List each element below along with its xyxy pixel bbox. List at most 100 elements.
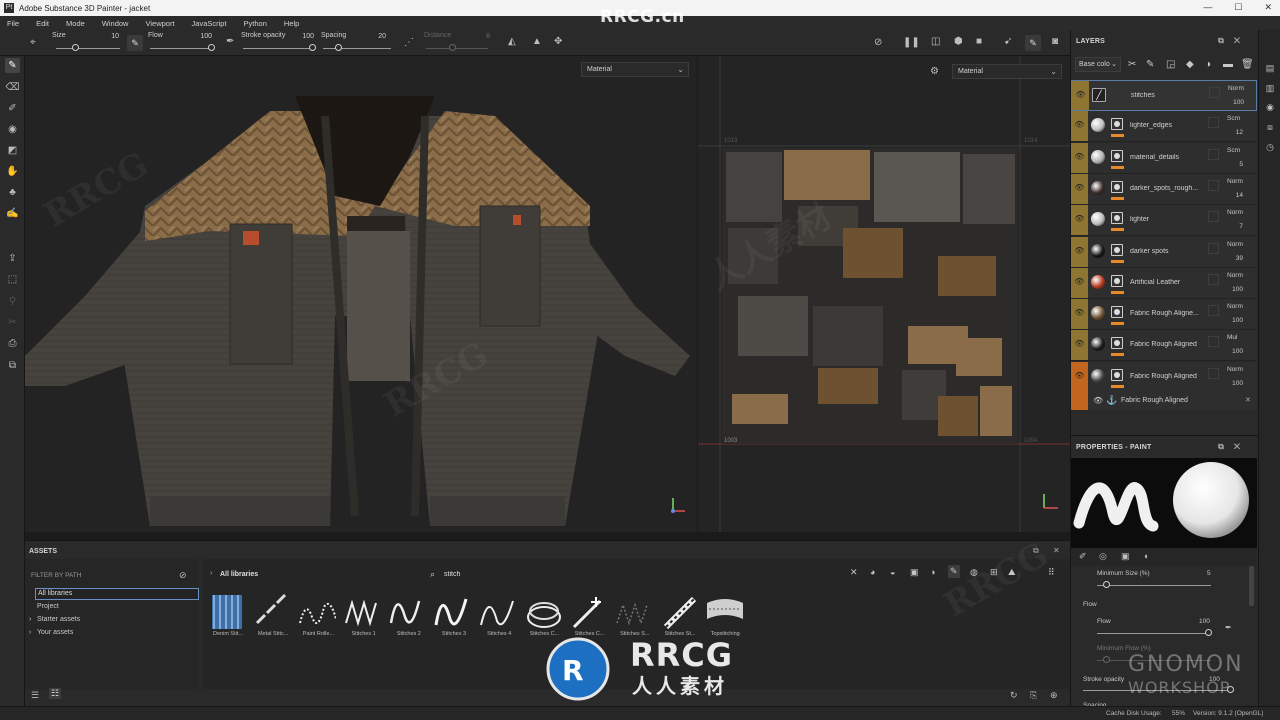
- history-icon[interactable]: ◷: [1264, 141, 1276, 153]
- asset-item[interactable]: Stitches C...: [568, 591, 610, 641]
- layer-row[interactable]: 👁 lighter_edges Scrn 12: [1071, 111, 1257, 143]
- brush-tab-icon[interactable]: ✐: [1079, 551, 1087, 562]
- close-button[interactable]: ✕: [1264, 2, 1272, 13]
- hide-icon[interactable]: ⊘: [179, 570, 187, 581]
- layer-options-box[interactable]: [1209, 87, 1220, 98]
- asset-item[interactable]: Stitches St...: [658, 591, 700, 641]
- mask-icon[interactable]: [1111, 274, 1123, 287]
- mask-icon[interactable]: [1111, 368, 1123, 381]
- export-icon[interactable]: ⎙: [5, 336, 20, 351]
- texture-set-settings-icon[interactable]: ▥: [1264, 82, 1276, 94]
- layer-opacity[interactable]: 100: [1221, 380, 1243, 387]
- eye-icon[interactable]: 👁: [1074, 339, 1085, 350]
- menu-window[interactable]: Window: [102, 19, 129, 28]
- close-panel-icon[interactable]: ✕: [1234, 442, 1250, 451]
- tree-item-project[interactable]: Project: [37, 603, 59, 610]
- mask-icon[interactable]: [1111, 243, 1123, 256]
- layer-blend-mode[interactable]: Norm: [1227, 272, 1243, 279]
- viewport-3d[interactable]: Material ⌄: [25, 56, 697, 532]
- eraser-icon[interactable]: ⌫: [5, 80, 20, 95]
- mirror-icon[interactable]: ▲: [532, 36, 542, 48]
- tree-item-starter-assets[interactable]: › Starter assets: [29, 616, 80, 623]
- alpha-tab-icon[interactable]: ◎: [1099, 551, 1107, 562]
- eye-icon[interactable]: 👁: [1074, 371, 1085, 382]
- flow-slider-handle[interactable]: [208, 44, 215, 51]
- filter-brushes-icon[interactable]: ✎: [948, 565, 960, 578]
- layer-options-box[interactable]: [1208, 148, 1219, 160]
- maximize-button[interactable]: ☐: [1234, 2, 1242, 13]
- filter-procedurals-icon[interactable]: ◑: [930, 567, 935, 577]
- spacing-value[interactable]: 20: [372, 33, 386, 40]
- size-slider-handle[interactable]: [72, 44, 79, 51]
- spacing-slider-handle[interactable]: [335, 44, 342, 51]
- eye-icon[interactable]: 👁: [1074, 214, 1085, 225]
- layer-blend-mode[interactable]: Scrn: [1227, 147, 1240, 154]
- asset-item[interactable]: Stitches 3: [432, 591, 474, 641]
- menu-help[interactable]: Help: [284, 19, 299, 28]
- layer-opacity[interactable]: 100: [1221, 317, 1243, 324]
- mask-icon[interactable]: [1111, 149, 1123, 162]
- layer-options-box[interactable]: [1208, 179, 1219, 191]
- layer-blend-mode[interactable]: Norm: [1227, 209, 1243, 216]
- delete-layer-icon[interactable]: 🗑: [1241, 59, 1254, 70]
- float-panel-icon[interactable]: ⧉: [1218, 442, 1234, 451]
- flow-value[interactable]: 100: [1199, 618, 1210, 625]
- eye-icon[interactable]: 👁: [1074, 152, 1085, 163]
- pen-pressure-icon[interactable]: ✒: [1225, 623, 1232, 632]
- min-size-value[interactable]: 5: [1207, 570, 1211, 577]
- pen-pressure-icon[interactable]: ✒: [226, 36, 234, 48]
- add-effect-icon[interactable]: ✂: [1128, 59, 1136, 70]
- distance-value[interactable]: 8: [476, 33, 490, 40]
- layer-options-box[interactable]: [1208, 242, 1219, 254]
- split-view-icon[interactable]: ◫: [931, 36, 940, 48]
- add-fill-layer-icon[interactable]: ◆: [1186, 59, 1194, 70]
- layer-row[interactable]: 👁 Fabric Rough Aligne... Norm 100: [1071, 299, 1257, 331]
- close-panel-icon[interactable]: ✕: [1053, 546, 1060, 555]
- layer-row[interactable]: 👁 material_details Scrn 5: [1071, 142, 1257, 174]
- layer-opacity[interactable]: 14: [1221, 192, 1243, 199]
- filter-environments-icon[interactable]: ⛰: [1008, 567, 1016, 578]
- color-picker-icon[interactable]: ✍: [5, 206, 20, 221]
- layer-row[interactable]: 👁 lighter Norm 7: [1071, 205, 1257, 237]
- symmetry-icon[interactable]: ◭: [508, 36, 516, 48]
- menu-javascript[interactable]: JavaScript: [192, 19, 227, 28]
- menu-viewport[interactable]: Viewport: [145, 19, 174, 28]
- layer-blend-mode[interactable]: Scrn: [1227, 115, 1240, 122]
- alignment-icon[interactable]: ✥: [554, 36, 562, 48]
- add-smart-material-icon[interactable]: ◑: [1205, 59, 1211, 70]
- menu-python[interactable]: Python: [244, 19, 267, 28]
- layer-opacity[interactable]: 12: [1221, 129, 1243, 136]
- layer-blend-mode[interactable]: Mul: [1227, 334, 1237, 341]
- layer-options-box[interactable]: [1208, 273, 1219, 285]
- size-value[interactable]: 10: [105, 33, 119, 40]
- asset-item[interactable]: Stitches S...: [613, 591, 655, 641]
- close-panel-icon[interactable]: ✕: [1234, 36, 1250, 45]
- projection-icon[interactable]: ✐: [5, 101, 20, 116]
- stencil-tab-icon[interactable]: ▣: [1121, 551, 1130, 562]
- layer-opacity[interactable]: 100: [1221, 348, 1243, 355]
- brush-size-icon[interactable]: ⌖: [30, 37, 36, 49]
- lazy-mouse-icon[interactable]: ⋰: [404, 37, 414, 49]
- paint-brush-icon[interactable]: ✎: [5, 58, 20, 73]
- layer-blend-mode[interactable]: Norm: [1227, 241, 1243, 248]
- eye-icon[interactable]: 👁: [1074, 120, 1085, 131]
- eye-icon[interactable]: 👁: [1074, 183, 1085, 194]
- layer-opacity[interactable]: 39: [1221, 255, 1243, 262]
- viewport-2d-mode-select[interactable]: Material ⌄: [952, 64, 1062, 79]
- smudge-icon[interactable]: ✋: [5, 164, 20, 179]
- screenshot-camera-icon[interactable]: ◙: [1052, 36, 1058, 48]
- add-paint-layer-icon[interactable]: ✎: [1146, 59, 1154, 70]
- mask-icon[interactable]: [1111, 337, 1123, 350]
- min-size-slider[interactable]: [1097, 585, 1211, 586]
- channel-select[interactable]: Base colo ⌄: [1075, 57, 1121, 72]
- breadcrumb-all-libraries[interactable]: All libraries: [220, 571, 258, 578]
- asset-item[interactable]: Topstitching: [703, 591, 745, 641]
- stroke-opacity-value[interactable]: 100: [300, 33, 314, 40]
- properties-scrollbar[interactable]: [1249, 566, 1254, 606]
- menu-mode[interactable]: Mode: [66, 19, 85, 28]
- new-library-icon[interactable]: ⊕: [1050, 690, 1058, 701]
- min-flow-slider-handle[interactable]: [1103, 656, 1110, 663]
- layer-row[interactable]: 👁 Fabric Rough Aligned Norm 100: [1071, 361, 1257, 393]
- layer-row[interactable]: 👁 Artificial Leather Norm 100: [1071, 267, 1257, 299]
- distance-slider-handle[interactable]: [449, 44, 456, 51]
